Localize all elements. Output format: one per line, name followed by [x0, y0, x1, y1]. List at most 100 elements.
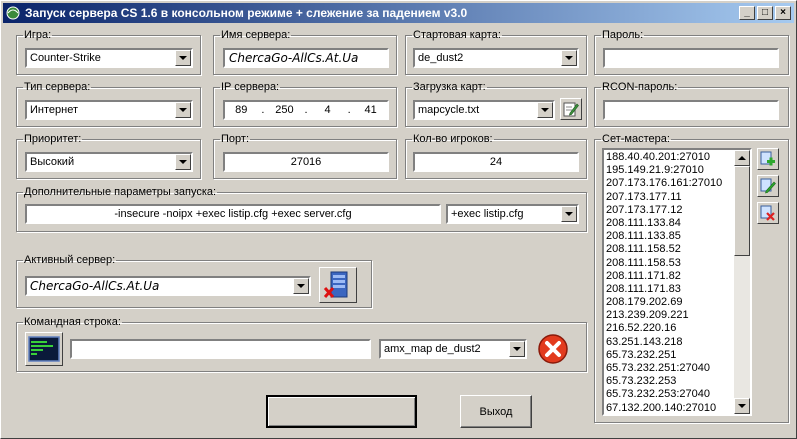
- players-input[interactable]: 24: [413, 152, 579, 172]
- ip-octet-1[interactable]: 89: [226, 104, 256, 116]
- ip-octet-2[interactable]: 250: [269, 104, 299, 116]
- master-list-item[interactable]: 208.111.171.82: [606, 270, 734, 283]
- chevron-down-icon[interactable]: [537, 102, 553, 118]
- chevron-down-icon[interactable]: [561, 50, 577, 66]
- ip-dot: .: [304, 104, 308, 116]
- close-button[interactable]: ×: [775, 6, 791, 20]
- cancel-command-button[interactable]: [535, 332, 571, 366]
- window-title: Запуск сервера CS 1.6 в консольном режим…: [25, 6, 468, 20]
- console-button[interactable]: [25, 332, 63, 366]
- extra-params-select[interactable]: +exec listip.cfg: [446, 204, 579, 224]
- title-bar: Запуск сервера CS 1.6 в консольном режим…: [3, 3, 794, 23]
- master-list-item[interactable]: 208.179.202.69: [606, 296, 734, 309]
- active-server-label: Активный сервер:: [24, 254, 116, 266]
- console-icon: [28, 336, 60, 362]
- password-input[interactable]: [603, 48, 779, 68]
- master-list-item[interactable]: 65.73.232.253:27040: [606, 388, 734, 401]
- active-server-select[interactable]: ChercaGo-AllCs.At.Ua: [25, 276, 311, 296]
- main-window: Запуск сервера CS 1.6 в консольном режим…: [0, 0, 797, 439]
- chevron-down-icon[interactable]: [293, 278, 309, 294]
- active-server-value: ChercaGo-AllCs.At.Ua: [30, 279, 160, 293]
- master-list-item[interactable]: 195.149.21.9:27010: [606, 164, 734, 177]
- master-list-item[interactable]: 207.173.177.12: [606, 204, 734, 217]
- master-list-item[interactable]: 65.73.232.251:27040: [606, 362, 734, 375]
- master-list-item[interactable]: 216.52.220.16: [606, 322, 734, 335]
- rcon-label: RCON-пароль:: [602, 81, 678, 93]
- chevron-down-icon[interactable]: [175, 154, 191, 170]
- priority-select[interactable]: Высокий: [25, 152, 193, 172]
- master-list-item[interactable]: 68.142.116.178: [606, 415, 734, 416]
- command-select[interactable]: amx_map de_dust2: [379, 339, 527, 359]
- masters-scrollbar[interactable]: [734, 150, 750, 414]
- extra-params-combo-value: +exec listip.cfg: [451, 208, 524, 220]
- ip-label: IP сервера:: [221, 81, 280, 93]
- master-list-item[interactable]: 65.73.232.251: [606, 349, 734, 362]
- exit-button[interactable]: Выход: [460, 395, 532, 428]
- port-label: Порт:: [221, 133, 249, 145]
- command-input[interactable]: [70, 339, 371, 359]
- extra-params-input[interactable]: -insecure -noipx +exec listip.cfg +exec …: [25, 204, 441, 224]
- ip-dot: .: [261, 104, 265, 116]
- add-icon: [760, 151, 775, 166]
- master-list-item[interactable]: 208.111.171.83: [606, 283, 734, 296]
- game-select[interactable]: Counter-Strike: [25, 48, 193, 68]
- edit-maplist-button[interactable]: [560, 98, 582, 120]
- server-type-value: Интернет: [30, 104, 78, 116]
- master-list-item[interactable]: 65.73.232.253: [606, 375, 734, 388]
- masters-list[interactable]: 188.40.40.201:27010 195.149.21.9:27010 207…: [602, 148, 752, 416]
- ip-octet-3[interactable]: 4: [313, 104, 343, 116]
- players-label: Кол-во игроков:: [413, 133, 493, 145]
- master-list-item[interactable]: 208.111.133.84: [606, 217, 734, 230]
- master-list-item[interactable]: 67.132.200.140:27010: [606, 402, 734, 414]
- priority-value: Высокий: [30, 156, 75, 168]
- start-map-label: Стартовая карта:: [413, 29, 501, 41]
- rcon-password-input[interactable]: [603, 100, 779, 120]
- extra-params-label: Дополнительные параметры запуска:: [24, 186, 217, 198]
- start-server-button[interactable]: [266, 395, 417, 428]
- maximize-button[interactable]: □: [757, 6, 773, 20]
- server-name-input[interactable]: ChercaGo-AllCs.At.Ua: [223, 48, 389, 68]
- chevron-down-icon[interactable]: [509, 341, 525, 357]
- remove-server-button[interactable]: [319, 267, 357, 303]
- master-list-item[interactable]: 207.173.176.161:27010: [606, 177, 734, 190]
- start-map-select[interactable]: de_dust2: [413, 48, 579, 68]
- delete-icon: [760, 205, 775, 221]
- master-list-item[interactable]: 207.173.177.11: [606, 191, 734, 204]
- game-label: Игра:: [24, 29, 52, 41]
- priority-label: Приоритет:: [24, 133, 82, 145]
- masters-label: Сет-мастера:: [602, 133, 670, 145]
- scroll-up-icon[interactable]: [734, 150, 750, 166]
- master-list-item[interactable]: 208.111.133.85: [606, 230, 734, 243]
- password-label: Пароль:: [602, 29, 644, 41]
- master-list-item[interactable]: 188.40.40.201:27010: [606, 151, 734, 164]
- add-master-button[interactable]: [757, 148, 779, 170]
- ip-dot: .: [347, 104, 351, 116]
- master-list-item[interactable]: 208.111.158.52: [606, 243, 734, 256]
- server-delete-icon: [323, 271, 348, 298]
- chevron-down-icon[interactable]: [561, 206, 577, 222]
- edit-icon: [563, 102, 579, 117]
- port-input[interactable]: 27016: [223, 152, 389, 172]
- edit-icon: [760, 178, 776, 194]
- cancel-icon: [538, 334, 568, 364]
- chevron-down-icon[interactable]: [175, 50, 191, 66]
- masters-items: 188.40.40.201:27010 195.149.21.9:27010 207…: [606, 151, 734, 416]
- server-type-select[interactable]: Интернет: [25, 100, 193, 120]
- minimize-button[interactable]: _: [739, 6, 755, 20]
- game-value: Counter-Strike: [30, 52, 101, 64]
- map-load-select[interactable]: mapcycle.txt: [413, 100, 555, 120]
- chevron-down-icon[interactable]: [175, 102, 191, 118]
- edit-master-button[interactable]: [757, 175, 779, 197]
- scroll-thumb[interactable]: [734, 166, 750, 256]
- master-list-item[interactable]: 63.251.143.218: [606, 336, 734, 349]
- command-combo-value: amx_map de_dust2: [384, 343, 481, 355]
- scroll-down-icon[interactable]: [734, 398, 750, 414]
- app-icon: [6, 6, 20, 20]
- master-list-item[interactable]: 213.239.209.221: [606, 309, 734, 322]
- ip-octet-4[interactable]: 41: [356, 104, 386, 116]
- map-load-value: mapcycle.txt: [418, 104, 480, 116]
- ip-address-input[interactable]: 89 . 250 . 4 . 41: [223, 100, 389, 120]
- server-type-label: Тип сервера:: [24, 81, 91, 93]
- delete-master-button[interactable]: [757, 202, 779, 224]
- master-list-item[interactable]: 208.111.158.53: [606, 257, 734, 270]
